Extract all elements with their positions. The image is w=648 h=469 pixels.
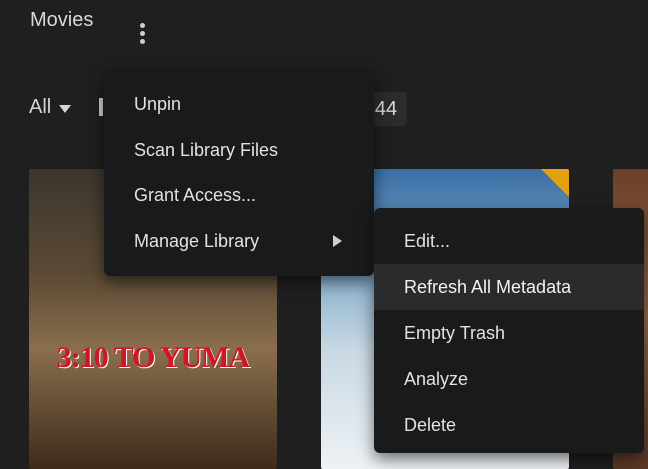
menu-item-empty-trash[interactable]: Empty Trash [374,310,644,356]
menu-item-label: Manage Library [134,230,260,251]
type-filter-dropdown[interactable]: All [29,96,72,119]
menu-item-grant-access[interactable]: Grant Access... [104,173,374,219]
menu-item-label: Edit... [404,230,451,251]
kebab-icon[interactable] [128,16,156,50]
menu-item-label: Delete [404,414,457,435]
menu-item-delete[interactable]: Delete [374,402,644,448]
menu-item-label: Analyze [404,368,469,389]
caret-down-icon [59,104,72,113]
menu-item-label: Empty Trash [404,322,506,343]
menu-item-label: Grant Access... [134,185,257,206]
unwatched-badge [541,169,569,197]
page-title: Movies [30,9,94,31]
sort-dropdown[interactable] [99,98,103,116]
library-context-menu: Unpin Scan Library Files Grant Access...… [104,70,374,276]
menu-item-label: Refresh All Metadata [404,276,572,297]
menu-item-unpin[interactable]: Unpin [104,82,374,128]
type-filter-label: All [29,96,52,118]
manage-library-submenu: Edit... Refresh All Metadata Empty Trash… [374,208,644,453]
menu-item-analyze[interactable]: Analyze [374,356,644,402]
menu-item-label: Unpin [134,94,182,115]
menu-item-scan-library-files[interactable]: Scan Library Files [104,128,374,174]
menu-item-label: Scan Library Files [134,139,279,160]
menu-item-edit[interactable]: Edit... [374,218,644,264]
chevron-right-icon [333,235,342,248]
menu-item-refresh-all-metadata[interactable]: Refresh All Metadata [374,264,644,310]
menu-item-manage-library[interactable]: Manage Library [104,219,374,265]
poster-title-art: 3:10 TO YUMA [56,341,250,374]
